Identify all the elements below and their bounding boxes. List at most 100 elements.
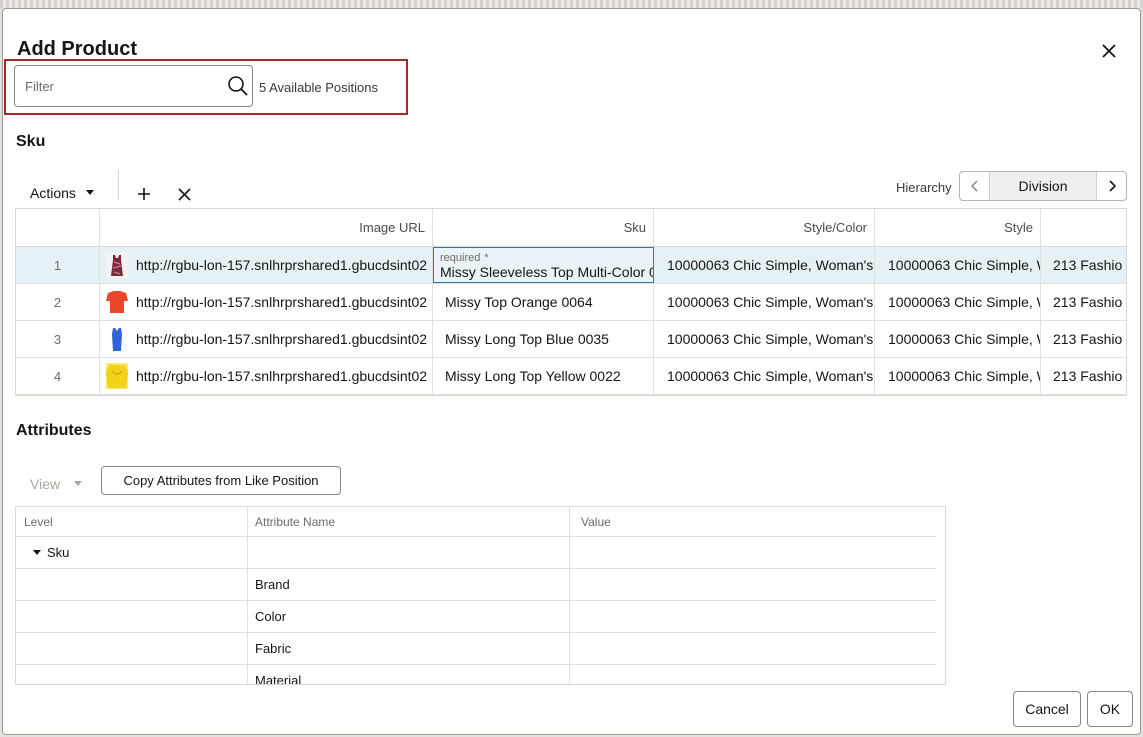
attribute-value-cell[interactable] — [570, 569, 936, 600]
extra-cell[interactable]: 213 Fashio — [1041, 284, 1126, 320]
sku-section-title: Sku — [16, 133, 46, 150]
column-header-value[interactable]: Value — [570, 507, 936, 536]
sku-cell[interactable]: Missy Top Orange 0064 — [433, 284, 654, 320]
attribute-name-cell: Color — [248, 601, 570, 632]
attributes-section-title: Attributes — [16, 422, 92, 439]
list-item[interactable]: Brand — [16, 569, 936, 601]
list-item[interactable]: Color — [16, 601, 936, 633]
caret-down-icon — [85, 190, 94, 195]
attribute-name-cell: Material — [248, 665, 570, 684]
table-row[interactable]: 1 http://rgbu-lon-157.snlhrprshared1.gbu… — [16, 247, 1126, 284]
delete-row-button[interactable] — [172, 182, 196, 206]
row-number: 1 — [16, 247, 100, 283]
style-color-cell[interactable]: 10000063 Chic Simple, Woman's F — [654, 321, 875, 357]
filter-field[interactable] — [14, 65, 253, 107]
column-header-extra[interactable] — [1041, 209, 1126, 246]
hierarchy-navigator: Division — [959, 171, 1127, 201]
level-cell — [16, 633, 248, 664]
style-cell[interactable]: 10000063 Chic Simple, W — [875, 284, 1041, 320]
attribute-name-cell: Brand — [248, 569, 570, 600]
level-cell — [16, 665, 248, 684]
level-cell — [16, 569, 248, 600]
row-number: 4 — [16, 358, 100, 394]
required-hint: required * — [440, 252, 489, 264]
attribute-name-cell — [248, 537, 570, 568]
attribute-value-cell[interactable] — [570, 633, 936, 664]
image-url-text: http://rgbu-lon-157.snlhrprshared1.gbucd… — [136, 368, 428, 384]
attribute-value-cell[interactable] — [570, 665, 936, 684]
ok-button[interactable]: OK — [1087, 691, 1133, 727]
sku-cell[interactable]: Missy Long Top Yellow 0022 — [433, 358, 654, 394]
expanded-caret-icon[interactable] — [32, 549, 42, 556]
column-header-image-url[interactable]: Image URL — [100, 209, 433, 246]
actions-label: Actions — [30, 185, 76, 201]
style-color-cell[interactable]: 10000063 Chic Simple, Woman's F — [654, 247, 875, 283]
grid-header-row: Image URL Sku Style/Color Style — [16, 209, 1126, 247]
row-number: 3 — [16, 321, 100, 357]
actions-menu-button[interactable]: Actions — [30, 185, 95, 201]
filter-input[interactable] — [15, 66, 215, 106]
close-icon — [1102, 44, 1116, 58]
image-url-cell[interactable]: http://rgbu-lon-157.snlhrprshared1.gbucd… — [100, 321, 433, 357]
style-cell[interactable]: 10000063 Chic Simple, W — [875, 321, 1041, 357]
column-header-attribute-name[interactable]: Attribute Name — [248, 507, 570, 536]
toolbar-separator — [118, 170, 119, 200]
attributes-table: Level Attribute Name Value Sku Brand Col… — [15, 506, 946, 685]
available-positions: 5 Available Positions — [259, 80, 379, 95]
image-url-text: http://rgbu-lon-157.snlhrprshared1.gbucd… — [136, 331, 428, 347]
extra-cell[interactable]: 213 Fashio — [1041, 321, 1126, 357]
style-cell[interactable]: 10000063 Chic Simple, W — [875, 358, 1041, 394]
chevron-left-icon — [970, 180, 978, 192]
chevron-right-icon — [1108, 180, 1116, 192]
dialog-title: Add Product — [17, 38, 137, 60]
view-menu-button[interactable]: View — [30, 476, 83, 492]
style-color-cell[interactable]: 10000063 Chic Simple, Woman's F — [654, 358, 875, 394]
sku-edit-cell[interactable]: required * Missy Sleeveless Top Multi-Col… — [433, 247, 654, 283]
style-cell[interactable]: 10000063 Chic Simple, W — [875, 247, 1041, 283]
image-url-cell[interactable]: http://rgbu-lon-157.snlhrprshared1.gbucd… — [100, 284, 433, 320]
plus-icon — [138, 188, 150, 200]
attribute-value-cell[interactable] — [570, 601, 936, 632]
list-item[interactable]: Material — [16, 665, 936, 684]
view-label: View — [30, 476, 61, 492]
level-cell: Sku — [16, 537, 248, 568]
style-color-cell[interactable]: 10000063 Chic Simple, Woman's F — [654, 284, 875, 320]
required-text: required — [440, 252, 481, 264]
caret-down-icon — [74, 481, 83, 486]
copy-attributes-button[interactable]: Copy Attributes from Like Position — [101, 466, 341, 495]
list-item[interactable]: Sku — [16, 537, 936, 569]
sku-value: Missy Sleeveless Top Multi-Color 0 — [440, 264, 654, 280]
column-header-style-color[interactable]: Style/Color — [654, 209, 875, 246]
image-url-text: http://rgbu-lon-157.snlhrprshared1.gbucd… — [136, 257, 428, 273]
product-thumbnail-icon — [106, 289, 128, 315]
hierarchy-prev-button[interactable] — [960, 172, 990, 200]
list-item[interactable]: Fabric — [16, 633, 936, 665]
column-header-level[interactable]: Level — [16, 507, 248, 536]
sku-grid: Image URL Sku Style/Color Style 1 http:/… — [15, 208, 1127, 396]
sku-cell[interactable]: Missy Long Top Blue 0035 — [433, 321, 654, 357]
hierarchy-next-button[interactable] — [1096, 172, 1126, 200]
level-group-label: Sku — [47, 545, 70, 560]
table-row[interactable]: 3 http://rgbu-lon-157.snlhrprshared1.gbu… — [16, 321, 1126, 358]
search-icon[interactable] — [227, 75, 249, 97]
close-button[interactable] — [1097, 39, 1121, 63]
image-url-cell[interactable]: http://rgbu-lon-157.snlhrprshared1.gbucd… — [100, 247, 433, 283]
row-number-header — [16, 209, 100, 246]
close-icon — [177, 187, 191, 201]
table-row[interactable]: 4 http://rgbu-lon-157.snlhrprshared1.gbu… — [16, 358, 1126, 395]
cancel-button[interactable]: Cancel — [1013, 691, 1081, 727]
image-url-cell[interactable]: http://rgbu-lon-157.snlhrprshared1.gbucd… — [100, 358, 433, 394]
add-row-button[interactable] — [132, 182, 156, 206]
hierarchy-value: Division — [990, 172, 1096, 200]
attribute-value-cell[interactable] — [570, 537, 936, 568]
required-marker: * — [484, 252, 489, 264]
extra-cell[interactable]: 213 Fashio — [1041, 247, 1126, 283]
product-thumbnail-icon — [106, 252, 128, 278]
column-header-style[interactable]: Style — [875, 209, 1041, 246]
product-thumbnail-icon — [106, 326, 128, 352]
backdrop — [0, 0, 1143, 8]
hierarchy-label: Hierarchy — [896, 180, 952, 195]
table-row[interactable]: 2 http://rgbu-lon-157.snlhrprshared1.gbu… — [16, 284, 1126, 321]
column-header-sku[interactable]: Sku — [433, 209, 654, 246]
extra-cell[interactable]: 213 Fashio — [1041, 358, 1126, 394]
